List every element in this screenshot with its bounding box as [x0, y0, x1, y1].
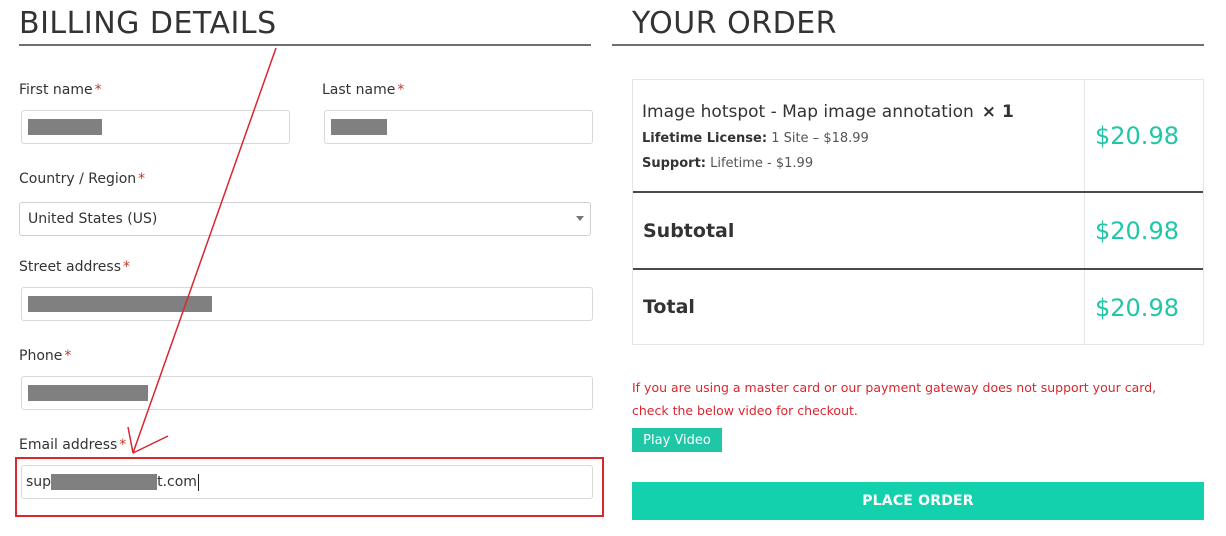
order-title-divider: [612, 44, 1204, 46]
country-label-text: Country / Region: [19, 171, 137, 187]
phone-label-text: Phone: [19, 348, 63, 364]
redacted-text: [28, 296, 212, 312]
column-divider: [1084, 80, 1085, 192]
email-label-text: Email address: [19, 437, 118, 453]
total-label: Total: [643, 296, 695, 318]
column-divider: [1084, 270, 1085, 344]
country-select[interactable]: United States (US): [19, 202, 591, 236]
country-select-value: United States (US): [28, 211, 158, 227]
email-value-suffix: t.com: [157, 474, 197, 490]
email-label: Email address *: [19, 437, 126, 453]
last-name-label: Last name *: [322, 82, 404, 98]
place-order-button[interactable]: PLACE ORDER: [632, 482, 1204, 520]
license-meta: Lifetime License: 1 Site – $18.99: [642, 131, 869, 146]
email-value-prefix: sup: [26, 474, 52, 490]
billing-title-divider: [19, 44, 591, 46]
street-address-label-text: Street address: [19, 259, 121, 275]
product-quantity: × 1: [981, 102, 1014, 122]
phone-label: Phone *: [19, 348, 71, 364]
required-mark: *: [397, 82, 405, 98]
phone-input[interactable]: [21, 376, 593, 410]
payment-notice: If you are using a master card or our pa…: [632, 380, 1157, 418]
product-price: $20.98: [1095, 122, 1179, 150]
product-name: Image hotspot - Map image annotation × 1: [642, 102, 1014, 122]
subtotal-label: Subtotal: [643, 220, 735, 242]
total-value: $20.98: [1095, 294, 1179, 322]
play-video-button[interactable]: Play Video: [632, 428, 722, 452]
column-divider: [1084, 193, 1085, 268]
billing-details-section: BILLING DETAILS First name * Last name * C…: [15, 0, 604, 536]
dropdown-arrow-icon: [576, 216, 584, 221]
first-name-label-text: First name: [19, 82, 93, 98]
first-name-input[interactable]: [21, 110, 290, 144]
redacted-text: [51, 474, 158, 490]
redacted-text: [331, 119, 387, 135]
country-label: Country / Region *: [19, 171, 145, 187]
support-meta: Support: Lifetime - $1.99: [642, 156, 813, 171]
redacted-text: [28, 119, 102, 135]
support-key: Support:: [642, 156, 706, 171]
license-value: 1 Site – $18.99: [771, 131, 869, 146]
text-cursor: [197, 473, 199, 491]
your-order-section: YOUR ORDER Image hotspot - Map image ann…: [612, 0, 1204, 536]
first-name-label: First name *: [19, 82, 102, 98]
street-address-label: Street address *: [19, 259, 130, 275]
last-name-label-text: Last name: [322, 82, 396, 98]
redacted-text: [28, 385, 148, 401]
required-mark: *: [123, 259, 130, 275]
product-name-text: Image hotspot - Map image annotation: [642, 102, 974, 122]
license-key: Lifetime License:: [642, 131, 768, 146]
last-name-input[interactable]: [324, 110, 593, 144]
support-value: Lifetime - $1.99: [710, 156, 814, 171]
order-summary-table: Image hotspot - Map image annotation × 1 …: [632, 79, 1204, 345]
checkout-page: BILLING DETAILS First name * Last name * C…: [0, 0, 1226, 536]
required-mark: *: [64, 348, 72, 364]
subtotal-row: Subtotal $20.98: [633, 193, 1203, 268]
email-input[interactable]: sup t.com: [21, 465, 593, 499]
subtotal-value: $20.98: [1095, 217, 1179, 245]
billing-details-title: BILLING DETAILS: [19, 6, 277, 41]
total-row: Total $20.98: [633, 270, 1203, 344]
required-mark: *: [119, 437, 127, 453]
street-address-input[interactable]: [21, 287, 593, 321]
table-row: Image hotspot - Map image annotation × 1 …: [633, 80, 1203, 192]
your-order-title: YOUR ORDER: [632, 6, 837, 41]
required-mark: *: [138, 171, 146, 187]
required-mark: *: [94, 82, 102, 98]
